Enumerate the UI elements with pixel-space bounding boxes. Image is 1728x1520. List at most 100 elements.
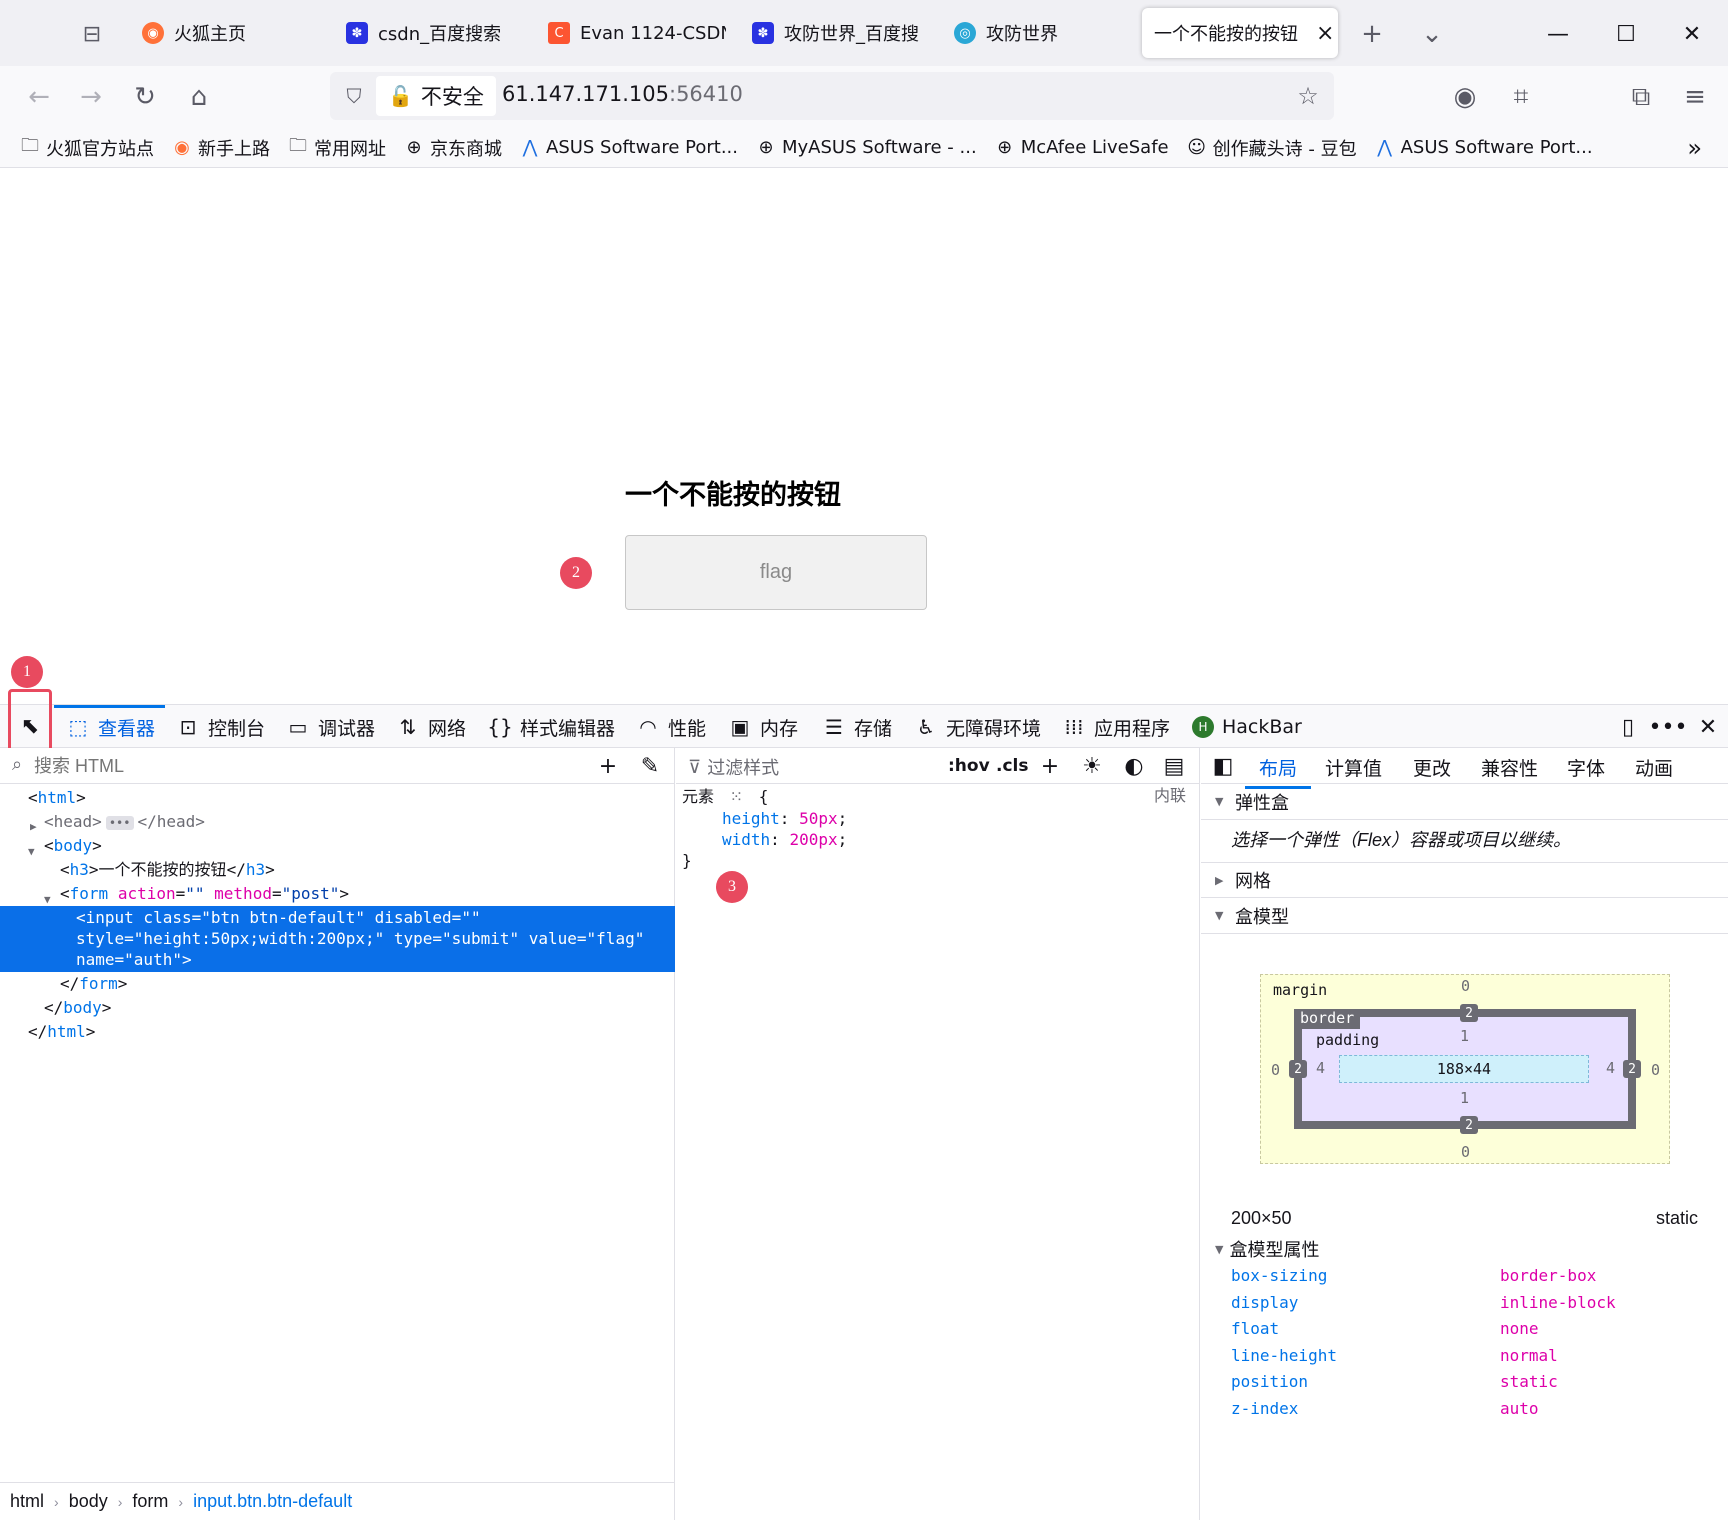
breadcrumb-item[interactable]: html xyxy=(10,1491,44,1512)
bookmark-item[interactable]: 🗀 常用网址 xyxy=(288,135,386,161)
light-mode-icon[interactable]: ☀ xyxy=(1078,752,1106,780)
tab-firefox-home[interactable]: ◉ 火狐主页 xyxy=(130,8,320,58)
box-model-properties-header[interactable]: ▼ 盒模型属性 xyxy=(1215,1236,1319,1262)
margin-top-value[interactable]: 0 xyxy=(1461,977,1470,995)
home-icon[interactable]: ⌂ xyxy=(182,80,216,114)
padding-left-value[interactable]: 4 xyxy=(1316,1059,1325,1077)
new-tab-icon[interactable]: + xyxy=(1356,18,1388,50)
bookmark-item[interactable]: ◉ 新手上路 xyxy=(172,135,270,161)
minimize-icon[interactable]: — xyxy=(1538,14,1578,54)
box-model-section-header[interactable]: ▼ 盒模型 xyxy=(1201,898,1728,934)
breadcrumb-item[interactable]: form xyxy=(132,1491,168,1512)
screenshot-crop-icon[interactable]: ⌗ xyxy=(1504,80,1538,114)
padding-bottom-value[interactable]: 1 xyxy=(1460,1089,1469,1107)
devtools-tab-debugger[interactable]: ▭ 调试器 xyxy=(286,705,375,749)
classes-button[interactable]: .cls xyxy=(996,752,1028,780)
tracking-shield-icon[interactable]: ⛉ xyxy=(340,82,368,110)
devtools-tab-performance[interactable]: ◠ 性能 xyxy=(636,705,706,749)
more-options-icon[interactable]: ••• xyxy=(1649,713,1688,741)
sidebar-tab-animations[interactable]: 动画 xyxy=(1635,754,1673,781)
account-icon[interactable]: ◉ xyxy=(1448,80,1482,114)
hover-states-button[interactable]: :hov xyxy=(948,752,990,780)
box-model-border[interactable]: border 2 2 2 2 padding 1 1 4 4 188×44 xyxy=(1289,1004,1641,1134)
tree-node-head[interactable]: ▶ <head> ••• </head> xyxy=(0,810,675,834)
bookmark-item[interactable]: ⊕ MyASUS Software - ... xyxy=(756,137,976,158)
devtools-tab-style-editor[interactable]: {} 样式编辑器 xyxy=(487,705,615,749)
margin-bottom-value[interactable]: 0 xyxy=(1461,1143,1470,1161)
tree-node-html[interactable]: <html> xyxy=(0,786,675,810)
chevron-double-right-icon[interactable]: » xyxy=(1687,134,1702,162)
bookmark-item[interactable]: ☺ 创作藏头诗 - 豆包 xyxy=(1187,135,1356,161)
html-search-input[interactable] xyxy=(34,754,574,778)
window-close-icon[interactable]: ✕ xyxy=(1672,14,1712,54)
margin-right-value[interactable]: 0 xyxy=(1651,1061,1660,1079)
sidebar-tab-layout[interactable]: 布局 xyxy=(1244,754,1312,789)
back-icon[interactable]: ← xyxy=(22,80,56,114)
url-text[interactable]: 61.147.171.105:56410 xyxy=(502,82,743,106)
menu-icon[interactable]: ≡ xyxy=(1678,80,1712,114)
sidebar-tab-fonts[interactable]: 字体 xyxy=(1567,754,1605,781)
bookmark-item[interactable]: 🗀 火狐官方站点 xyxy=(20,135,154,161)
tree-node-h3[interactable]: <h3>一个不能按的按钮</h3> xyxy=(0,858,675,882)
box-model-margin[interactable]: margin 0 0 0 0 border 2 2 2 2 padding 1 … xyxy=(1260,974,1670,1164)
url-bar[interactable]: ⛉ 🔓 不安全 61.147.171.105:56410 ☆ xyxy=(330,72,1334,120)
padding-top-value[interactable]: 1 xyxy=(1460,1027,1469,1045)
connection-insecure-badge[interactable]: 🔓 不安全 xyxy=(376,76,496,116)
add-node-icon[interactable]: + xyxy=(594,752,622,780)
sidebar-tab-compatibility[interactable]: 兼容性 xyxy=(1481,754,1538,781)
rule-source[interactable]: 内联 xyxy=(1154,786,1186,807)
bookmark-star-icon[interactable]: ☆ xyxy=(1292,80,1324,112)
box-model-content-size[interactable]: 188×44 xyxy=(1339,1055,1589,1083)
devtools-tab-hackbar[interactable]: H HackBar xyxy=(1192,705,1302,749)
add-rule-icon[interactable]: + xyxy=(1036,752,1064,780)
devtools-tab-network[interactable]: ⇅ 网络 xyxy=(396,705,466,749)
tree-node-form-close[interactable]: </form> xyxy=(0,972,675,996)
reload-icon[interactable]: ↻ xyxy=(128,80,162,114)
bookmark-item[interactable]: ⊕ 京东商城 xyxy=(404,135,502,161)
border-bottom-value[interactable]: 2 xyxy=(1460,1116,1478,1134)
bookmark-item[interactable]: ⋀ ASUS Software Port... xyxy=(520,137,738,158)
sidebar-tab-computed[interactable]: 计算值 xyxy=(1325,754,1382,781)
close-tab-icon[interactable]: × xyxy=(1316,21,1334,46)
forward-icon[interactable]: → xyxy=(74,80,108,114)
filter-styles[interactable]: ⊽ 过滤样式 xyxy=(688,754,779,780)
devtools-tab-storage[interactable]: ☰ 存储 xyxy=(822,705,892,749)
print-media-icon[interactable]: ▤ xyxy=(1160,752,1188,780)
devtools-tab-console[interactable]: ⊡ 控制台 xyxy=(176,705,265,749)
close-devtools-icon[interactable]: ✕ xyxy=(1694,713,1722,741)
tab-overview-icon[interactable]: ⊟ xyxy=(78,20,106,48)
border-right-value[interactable]: 2 xyxy=(1623,1060,1641,1078)
declaration[interactable]: height: 50px; xyxy=(682,808,1192,829)
flag-button[interactable]: flag xyxy=(625,535,927,610)
border-top-value[interactable]: 2 xyxy=(1460,1004,1478,1022)
devtools-tab-accessibility[interactable]: ♿ 无障碍环境 xyxy=(914,705,1041,749)
flexbox-section-header[interactable]: ▼ 弹性盒 xyxy=(1201,784,1728,820)
eyedropper-icon[interactable]: ✎ xyxy=(636,752,664,780)
maximize-icon[interactable]: ☐ xyxy=(1606,14,1646,54)
chevron-down-icon[interactable]: ⌄ xyxy=(1416,18,1448,50)
devtools-tab-memory[interactable]: ▣ 内存 xyxy=(728,705,798,749)
extensions-icon[interactable]: ⧉ xyxy=(1624,80,1658,114)
devtools-tab-inspector[interactable]: ⬚ 查看器 xyxy=(53,705,166,749)
tree-node-form[interactable]: ▼ <form action="" method="post"> xyxy=(0,882,675,906)
breadcrumb-item[interactable]: body xyxy=(69,1491,108,1512)
grid-section-header[interactable]: ▶ 网格 xyxy=(1201,862,1728,898)
tab-csdn-evan[interactable]: C Evan 1124-CSDN xyxy=(536,8,726,58)
tab-csdn-baidu[interactable]: ✽ csdn_百度搜索 xyxy=(334,8,524,58)
tab-active-button-page[interactable]: 一个不能按的按钮 × xyxy=(1142,8,1338,58)
tree-node-body-close[interactable]: </body> xyxy=(0,996,675,1020)
sidebar-tab-changes[interactable]: 更改 xyxy=(1413,754,1451,781)
dark-mode-icon[interactable]: ◐ xyxy=(1120,752,1148,780)
border-left-value[interactable]: 2 xyxy=(1289,1060,1307,1078)
breadcrumb-item-current[interactable]: input.btn.btn-default xyxy=(193,1491,352,1512)
padding-right-value[interactable]: 4 xyxy=(1606,1059,1615,1077)
tab-adworld[interactable]: ◎ 攻防世界 xyxy=(942,8,1132,58)
tree-node-input-selected[interactable]: <input class="btn btn-default" disabled=… xyxy=(0,906,675,972)
devtools-tab-application[interactable]: ⁞⁞⁞ 应用程序 xyxy=(1062,705,1170,749)
toggle-sidebar-icon[interactable]: ◧ xyxy=(1209,752,1237,780)
bookmark-item[interactable]: ⋀ ASUS Software Port... xyxy=(1375,137,1592,158)
tree-node-html-close[interactable]: </html> xyxy=(0,1020,675,1044)
bookmark-item[interactable]: ⊕ McAfee LiveSafe xyxy=(995,137,1168,158)
tree-node-body[interactable]: ▼ <body> xyxy=(0,834,675,858)
declaration[interactable]: width: 200px; xyxy=(682,829,1192,850)
